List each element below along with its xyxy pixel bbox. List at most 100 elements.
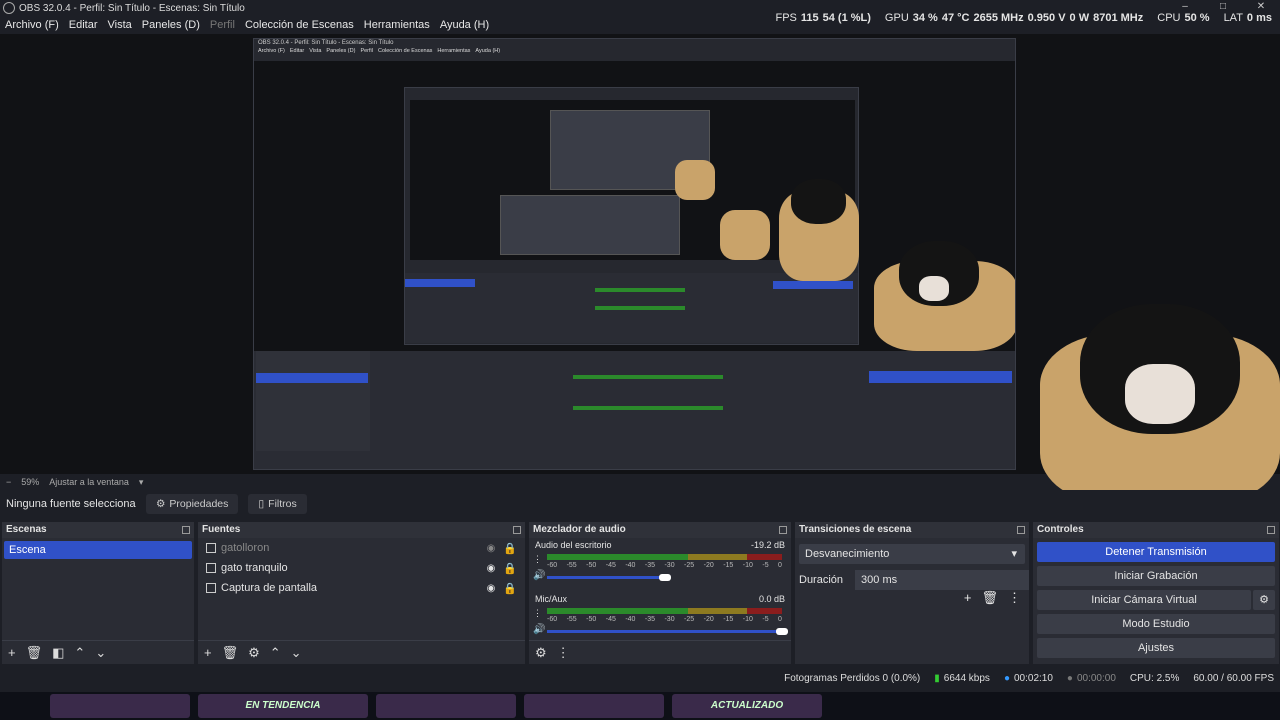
virtual-camera-settings-icon[interactable]: ⚙	[1253, 590, 1275, 610]
source-toolbar: Ninguna fuente seleccionac ⚙ Propiedades …	[0, 490, 1280, 518]
add-source-button[interactable]: +	[204, 645, 212, 660]
chevron-down-icon: ▾	[1011, 548, 1017, 560]
source-properties-icon[interactable]: ⚙	[248, 645, 260, 661]
visibility-off-icon[interactable]: ◉	[487, 543, 496, 554]
thumbnail: EN TENDENCIA	[198, 694, 368, 718]
move-down-icon[interactable]: ⌄	[95, 645, 106, 661]
nested-docks-2	[405, 273, 858, 343]
performance-stats: FPS 115 54 (1 %L) GPU 34 % 47 °C 2655 MH…	[775, 12, 1272, 24]
move-up-icon[interactable]: ⌃	[270, 645, 281, 661]
fps-label: FPS	[775, 12, 797, 24]
source-label: Captura de pantalla	[221, 582, 318, 594]
undock-icon[interactable]	[1267, 526, 1275, 534]
menu-coleccion-escenas[interactable]: Colección de Escenas	[240, 19, 359, 31]
undock-icon[interactable]	[182, 526, 190, 534]
fps-status: 60.00 / 60.00 FPS	[1193, 672, 1274, 684]
scenes-title: Escenas	[6, 524, 47, 535]
virtual-camera-row: Iniciar Cámara Virtual ⚙	[1033, 586, 1279, 610]
menu-archivo[interactable]: Archivo (F)	[0, 19, 64, 31]
speaker-icon[interactable]: 🔊	[533, 570, 545, 581]
move-up-icon[interactable]: ⌃	[74, 645, 85, 661]
lock-icon[interactable]: 🔒	[503, 542, 517, 555]
menu-dots-icon[interactable]: ⋮	[1008, 590, 1021, 606]
display-capture-icon	[206, 583, 216, 593]
nested-menu: Archivo (F) Editar Vista Paneles (D) Perfil C…	[258, 48, 501, 54]
volume-knob[interactable]	[658, 574, 671, 581]
stop-stream-button[interactable]: Detener Transmisión	[1037, 542, 1275, 562]
start-recording-button[interactable]: Iniciar Grabación	[1037, 566, 1275, 586]
lock-icon[interactable]: 🔒	[503, 582, 517, 595]
menu-dots-icon[interactable]: ⋮	[557, 645, 570, 661]
gpu-watt: 0 W	[1069, 12, 1090, 24]
duration-row: Duración 300 ms	[795, 570, 1029, 590]
mixer-settings-icon[interactable]: ⚙	[535, 645, 547, 661]
settings-button[interactable]: Ajustes	[1037, 638, 1275, 658]
volume-slider[interactable]	[547, 630, 782, 633]
undock-icon[interactable]	[779, 526, 787, 534]
speaker-icon[interactable]: 🔊	[533, 624, 545, 635]
gpu-temp: 47 °C	[941, 12, 970, 24]
gpu-label: GPU	[884, 12, 909, 24]
nested-docks-3	[500, 195, 680, 255]
fit-window-button[interactable]: Ajustar a la ventana	[49, 477, 129, 487]
transition-select[interactable]: Desvanecimiento ▾	[799, 544, 1025, 564]
visibility-icon[interactable]: ◉	[487, 583, 496, 594]
menu-dots-icon[interactable]: ⋮	[533, 608, 542, 619]
remove-transition-icon[interactable]: 🗑	[981, 590, 998, 606]
lat-value: 0 ms	[1246, 12, 1272, 24]
source-label: gato tranquilo	[221, 562, 288, 574]
gpu-volt: 0.950 V	[1027, 12, 1066, 24]
scene-item[interactable]: Escena	[4, 541, 192, 559]
undock-icon[interactable]	[513, 526, 521, 534]
menu-ayuda[interactable]: Ayuda (H)	[435, 19, 494, 31]
nested-title: OBS 32.0.4 - Perfil: Sin Título - Escena…	[258, 40, 394, 46]
channel-db: -19.2 dB	[750, 540, 785, 550]
source-item[interactable]: gatolloron ◉ 🔒	[198, 538, 525, 558]
cat-image-small-2	[720, 210, 770, 260]
transition-actions: + 🗑 ⋮	[964, 590, 1021, 606]
menu-herramientas[interactable]: Herramientas	[359, 19, 435, 31]
move-down-icon[interactable]: ⌄	[291, 645, 302, 661]
zoom-bar: − 59% Ajustar a la ventana ▾	[0, 474, 1280, 490]
dropped-frames: Fotogramas Perdidos 0 (0.0%)	[784, 672, 921, 684]
visibility-icon[interactable]: ◉	[487, 563, 496, 574]
source-item[interactable]: Captura de pantalla ◉ 🔒	[198, 578, 525, 598]
gpu-clock: 2655 MHz	[973, 12, 1024, 24]
add-transition-button[interactable]: +	[964, 590, 972, 606]
start-virtual-camera-button[interactable]: Iniciar Cámara Virtual	[1037, 590, 1251, 610]
transition-value: Desvanecimiento	[805, 548, 890, 560]
nested-obs-capture: OBS 32.0.4 - Perfil: Sin Título - Escena…	[253, 38, 1016, 470]
cpu-usage: CPU: 2.5%	[1129, 672, 1180, 684]
cpu-label: CPU	[1157, 12, 1181, 24]
lock-icon[interactable]: 🔒	[503, 562, 517, 575]
menu-editar[interactable]: Editar	[64, 19, 103, 31]
channel-name: Audio del escritorio	[535, 540, 612, 550]
filters-button[interactable]: ▯ Filtros	[248, 494, 307, 514]
controls-dock: Controles Detener Transmisión Iniciar Gr…	[1033, 522, 1279, 664]
filter-icon: ▯	[258, 498, 265, 510]
source-item[interactable]: gato tranquilo ◉ 🔒	[198, 558, 525, 578]
volume-knob[interactable]	[776, 628, 788, 635]
menu-dots-icon[interactable]: ⋮	[533, 554, 542, 565]
menu-vista[interactable]: Vista	[103, 19, 137, 31]
zoom-dropdown-icon[interactable]: ▾	[139, 477, 144, 488]
add-scene-button[interactable]: +	[8, 645, 16, 660]
preview-canvas[interactable]: OBS 32.0.4 - Perfil: Sin Título - Escena…	[0, 34, 1280, 504]
zoom-out-button[interactable]: −	[6, 477, 11, 487]
undock-icon[interactable]	[1017, 526, 1025, 534]
remove-source-icon[interactable]: 🗑	[222, 645, 239, 661]
stream-icon: ●	[1003, 672, 1010, 684]
remove-scene-icon[interactable]: 🗑	[26, 645, 43, 661]
duration-label: Duración	[799, 574, 844, 586]
gpu-value: 34 %	[912, 12, 938, 24]
thumbnail	[376, 694, 516, 718]
scene-filters-icon[interactable]: ◧	[52, 645, 64, 661]
menu-paneles[interactable]: Paneles (D)	[137, 19, 205, 31]
properties-button[interactable]: ⚙ Propiedades	[146, 494, 239, 514]
studio-mode-button[interactable]: Modo Estudio	[1037, 614, 1275, 634]
duration-input[interactable]: 300 ms	[855, 570, 1029, 590]
meter-scale: -60 -55 -50 -45 -40 -35 -30 -25 -20 -15 -10 -5 0	[547, 562, 782, 569]
menu-perfil[interactable]: Perfil	[205, 19, 240, 31]
volume-slider[interactable]	[547, 576, 665, 579]
record-time: 00:00:00	[1076, 672, 1116, 684]
